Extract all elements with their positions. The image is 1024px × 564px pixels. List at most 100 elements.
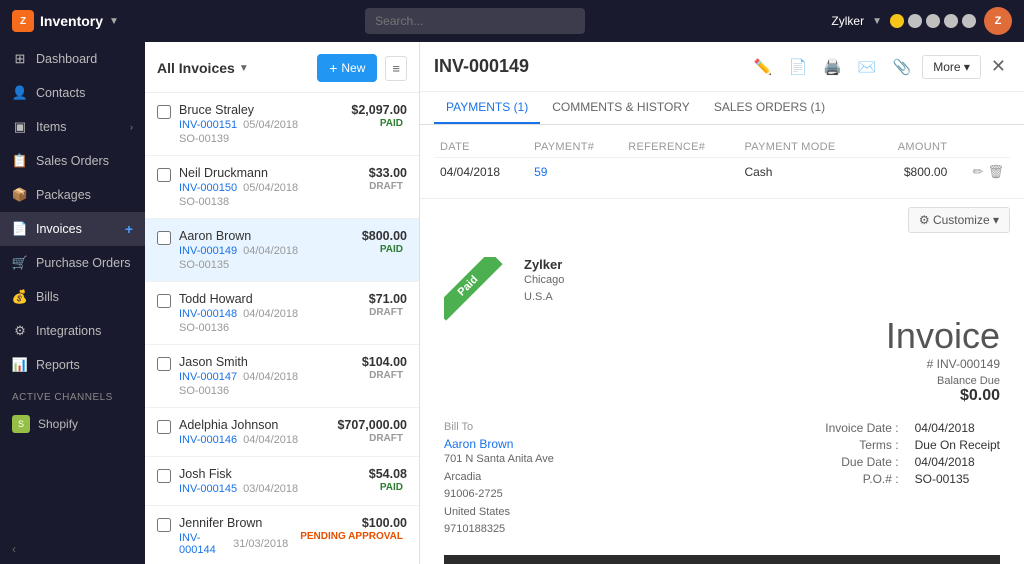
invoice-number[interactable]: INV-000150 [179,182,237,194]
status-badge: DRAFT [365,180,407,193]
list-menu-button[interactable]: ≡ [385,56,407,81]
app-switcher[interactable] [890,14,976,28]
close-button[interactable]: ✕ [987,52,1010,81]
invoice-checkbox[interactable] [157,420,171,434]
invoice-checkbox[interactable] [157,168,171,182]
pdf-button[interactable]: 📄 [783,54,812,80]
app-title: Inventory [40,13,103,29]
invoice-amount: $707,000.00 [337,418,407,432]
payment-mode: Cash [738,158,873,187]
invoice-number[interactable]: INV-000148 [179,308,237,320]
contacts-icon: 👤 [12,85,28,101]
invoice-customer-name: Neil Druckmann [179,166,357,180]
more-button[interactable]: More ▾ [922,55,981,79]
invoice-number[interactable]: INV-000144 [179,532,227,556]
user-name[interactable]: Zylker [831,14,864,28]
customize-button[interactable]: ⚙ Customize ▾ [908,207,1010,233]
sidebar-item-label: Reports [36,358,133,372]
list-item[interactable]: Bruce Straley INV-000151 05/04/2018 SO-0… [145,93,419,156]
col-qty: Qty [707,555,798,564]
add-invoice-button[interactable]: + [125,221,133,237]
invoice-number[interactable]: INV-000151 [179,119,237,131]
invoice-amount: $33.00 [365,166,407,180]
invoice-number[interactable]: INV-000146 [179,434,237,446]
purchase-orders-icon: 🛒 [12,255,28,271]
invoice-checkbox[interactable] [157,469,171,483]
invoice-number[interactable]: INV-000149 [179,245,237,257]
title-arrow: ▼ [109,16,119,27]
status-badge: PAID [351,117,407,130]
sidebar-item-bills[interactable]: 💰 Bills [0,280,145,314]
sidebar-collapse-button[interactable]: ‹ [0,534,145,564]
invoice-checkbox[interactable] [157,357,171,371]
list-item[interactable]: Jennifer Brown INV-000144 31/03/2018 $10… [145,506,419,564]
invoice-checkbox[interactable] [157,105,171,119]
invoice-right: $100.00 PENDING APPROVAL [296,516,407,543]
invoice-checkbox[interactable] [157,518,171,532]
shopify-label: Shopify [38,417,78,431]
new-invoice-button[interactable]: + New [317,54,377,82]
logo[interactable]: Z Inventory ▼ [12,10,119,32]
sidebar-item-reports[interactable]: 📊 Reports [0,348,145,382]
invoice-number[interactable]: INV-000147 [179,371,237,383]
invoice-list-panel: All Invoices ▼ + New ≡ Bruce Straley INV… [145,42,420,564]
invoice-info: Aaron Brown INV-000149 04/04/2018 SO-001… [179,229,354,271]
sidebar-item-dashboard[interactable]: ⊞ Dashboard [0,42,145,76]
status-badge: PAID [362,243,407,256]
list-item[interactable]: Jason Smith INV-000147 04/04/2018 SO-001… [145,345,419,408]
invoice-right: $2,097.00 PAID [351,103,407,130]
sidebar-item-contacts[interactable]: 👤 Contacts [0,76,145,110]
invoice-amount: $54.08 [369,467,407,481]
status-badge: DRAFT [362,369,407,382]
invoice-date: 04/04/2018 [243,434,298,446]
email-button[interactable]: ✉️ [853,54,882,80]
sidebar-item-sales-orders[interactable]: 📋 Sales Orders [0,144,145,178]
invoice-meta: INV-000150 05/04/2018 [179,182,357,194]
list-item[interactable]: Neil Druckmann INV-000150 05/04/2018 SO-… [145,156,419,219]
edit-payment-button[interactable]: ✏ [973,164,984,180]
edit-button[interactable]: ✏️ [749,54,778,80]
list-item[interactable]: Josh Fisk INV-000145 03/04/2018 $54.08 P… [145,457,419,506]
print-button[interactable]: 🖨️ [818,54,847,80]
search-input[interactable] [365,8,585,34]
invoice-right: $71.00 DRAFT [365,292,407,319]
delete-payment-button[interactable]: 🗑 [987,164,1004,180]
attachment-button[interactable]: 📎 [888,54,917,80]
invoice-amount: $100.00 [296,516,407,530]
main-layout: ⊞ Dashboard 👤 Contacts ▣ Items › 📋 Sales… [0,42,1024,564]
invoice-info: Josh Fisk INV-000145 03/04/2018 [179,467,361,495]
payment-amount: $800.00 [873,158,953,187]
col-payment-mode: PAYMENT MODE [738,137,873,158]
sidebar-item-invoices[interactable]: 📄 Invoices + [0,212,145,246]
invoice-checkbox[interactable] [157,231,171,245]
shopify-icon: S [12,415,30,433]
payment-date: 04/04/2018 [434,158,528,187]
sidebar-item-items[interactable]: ▣ Items › [0,110,145,144]
sidebar-item-packages[interactable]: 📦 Packages [0,178,145,212]
dot-3 [926,14,940,28]
list-item[interactable]: Todd Howard INV-000148 04/04/2018 SO-001… [145,282,419,345]
payments-table: DATE PAYMENT# REFERENCE# PAYMENT MODE AM… [434,137,1010,186]
list-item[interactable]: Aaron Brown INV-000149 04/04/2018 SO-001… [145,219,419,282]
tab-comments[interactable]: COMMENTS & HISTORY [540,92,702,124]
avatar[interactable]: Z [984,7,1012,35]
list-item[interactable]: Adelphia Johnson INV-000146 04/04/2018 $… [145,408,419,457]
invoice-date: 04/04/2018 [243,308,298,320]
payment-num-link[interactable]: 59 [528,158,622,187]
detail-header: INV-000149 ✏️ 📄 🖨️ ✉️ 📎 More ▾ ✕ [420,42,1024,92]
sidebar-item-purchase-orders[interactable]: 🛒 Purchase Orders [0,246,145,280]
sidebar-item-shopify[interactable]: S Shopify [0,407,145,441]
invoice-meta: INV-000145 03/04/2018 [179,483,361,495]
invoice-number[interactable]: INV-000145 [179,483,237,495]
from-city: Chicago [524,272,1000,289]
topbar: Z Inventory ▼ Zylker ▼ Z [0,0,1024,42]
invoice-amount: $71.00 [365,292,407,306]
sidebar: ⊞ Dashboard 👤 Contacts ▣ Items › 📋 Sales… [0,42,145,564]
invoice-date: 04/04/2018 [243,371,298,383]
tab-sales-orders[interactable]: SALES ORDERS (1) [702,92,837,124]
invoice-checkbox[interactable] [157,294,171,308]
sales-orders-icon: 📋 [12,153,28,169]
items-arrow: › [130,122,133,132]
tab-payments[interactable]: PAYMENTS (1) [434,92,540,124]
sidebar-item-integrations[interactable]: ⚙ Integrations [0,314,145,348]
